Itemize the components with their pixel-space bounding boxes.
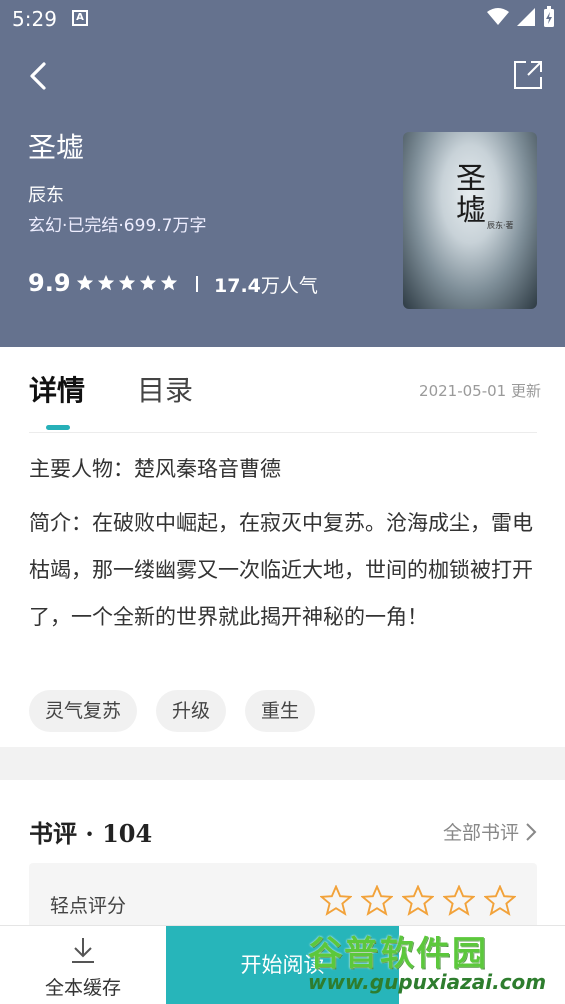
book-cover: 圣墟 辰东·著 xyxy=(403,132,537,309)
rate-star-icon[interactable] xyxy=(361,885,393,917)
tag-item[interactable]: 重生 xyxy=(245,690,316,732)
signal-icon xyxy=(517,8,535,26)
rate-stars xyxy=(320,885,516,917)
book-meta: 玄幻·已完结·699.7万字 xyxy=(28,216,207,236)
battery-icon xyxy=(544,6,554,27)
cover-author: 辰东·著 xyxy=(487,221,514,230)
cover-title: 圣墟 xyxy=(450,162,485,226)
popularity-unit: 万人气 xyxy=(260,275,318,297)
notification-a-icon: A xyxy=(72,10,88,26)
share-icon xyxy=(514,61,542,89)
star-filled-icon xyxy=(118,274,136,291)
book-popularity: 17.4万人气 xyxy=(214,271,318,298)
popularity-value: 17.4 xyxy=(214,275,261,297)
chevron-left-icon xyxy=(30,62,46,90)
active-tab-indicator xyxy=(46,425,70,430)
chevron-right-icon xyxy=(526,822,537,841)
wifi-icon xyxy=(487,8,509,25)
rate-star-icon[interactable] xyxy=(320,885,352,917)
rate-star-icon[interactable] xyxy=(443,885,475,917)
start-reading-button[interactable]: 开始阅读 xyxy=(166,926,399,1004)
update-date: 2021-05-01 更新 xyxy=(419,382,541,400)
bookshelf-button[interactable] xyxy=(399,926,565,1004)
score-stars xyxy=(76,274,178,292)
star-filled-icon xyxy=(97,274,115,291)
status-icons xyxy=(487,6,555,28)
tab-details[interactable]: 详情 xyxy=(29,369,85,409)
synopsis: 简介：在破败中崛起，在寂灭中复苏。沧海成尘，雷电枯竭，那一缕幽雾又一次临近大地，… xyxy=(29,511,533,629)
all-reviews-link[interactable]: 全部书评 xyxy=(443,818,537,845)
share-button[interactable] xyxy=(513,60,543,90)
star-filled-icon xyxy=(160,274,178,291)
star-filled-icon xyxy=(139,274,157,291)
tag-item[interactable]: 灵气复苏 xyxy=(29,690,138,732)
bottom-action-bar: 全本缓存 开始阅读 xyxy=(0,925,565,1004)
book-title: 圣墟 xyxy=(28,131,85,164)
main-characters: 主要人物：楚风秦珞音曹德 xyxy=(29,457,281,481)
tab-divider xyxy=(29,432,537,433)
tab-catalog[interactable]: 目录 xyxy=(137,369,193,409)
back-button[interactable] xyxy=(24,58,56,94)
book-author[interactable]: 辰东 xyxy=(28,181,64,207)
download-icon xyxy=(72,938,94,963)
book-score: 9.9 xyxy=(28,269,71,297)
cache-full-label: 全本缓存 xyxy=(44,977,121,999)
score-divider xyxy=(196,276,198,292)
rate-label: 轻点评分 xyxy=(50,895,127,917)
all-reviews-label: 全部书评 xyxy=(442,822,519,844)
tag-list: 灵气复苏 升级 重生 xyxy=(29,690,316,732)
detail-panel: 详情 目录 2021-05-01 更新 主要人物：楚风秦珞音曹德 简介：在破败中… xyxy=(0,347,565,747)
rate-star-icon[interactable] xyxy=(484,885,516,917)
reviews-title: 书评 · 104 xyxy=(29,819,153,848)
rate-star-icon[interactable] xyxy=(402,885,434,917)
status-time: 5:29 xyxy=(12,7,57,31)
book-header: 5:29 A 圣墟 辰东 玄幻·已完结·699.7万字 9.9 17.4万人气 … xyxy=(0,0,565,347)
star-filled-icon xyxy=(76,274,94,291)
cache-full-button[interactable]: 全本缓存 xyxy=(0,926,166,1004)
status-bar: 5:29 A xyxy=(0,0,565,36)
tag-item[interactable]: 升级 xyxy=(156,690,227,732)
